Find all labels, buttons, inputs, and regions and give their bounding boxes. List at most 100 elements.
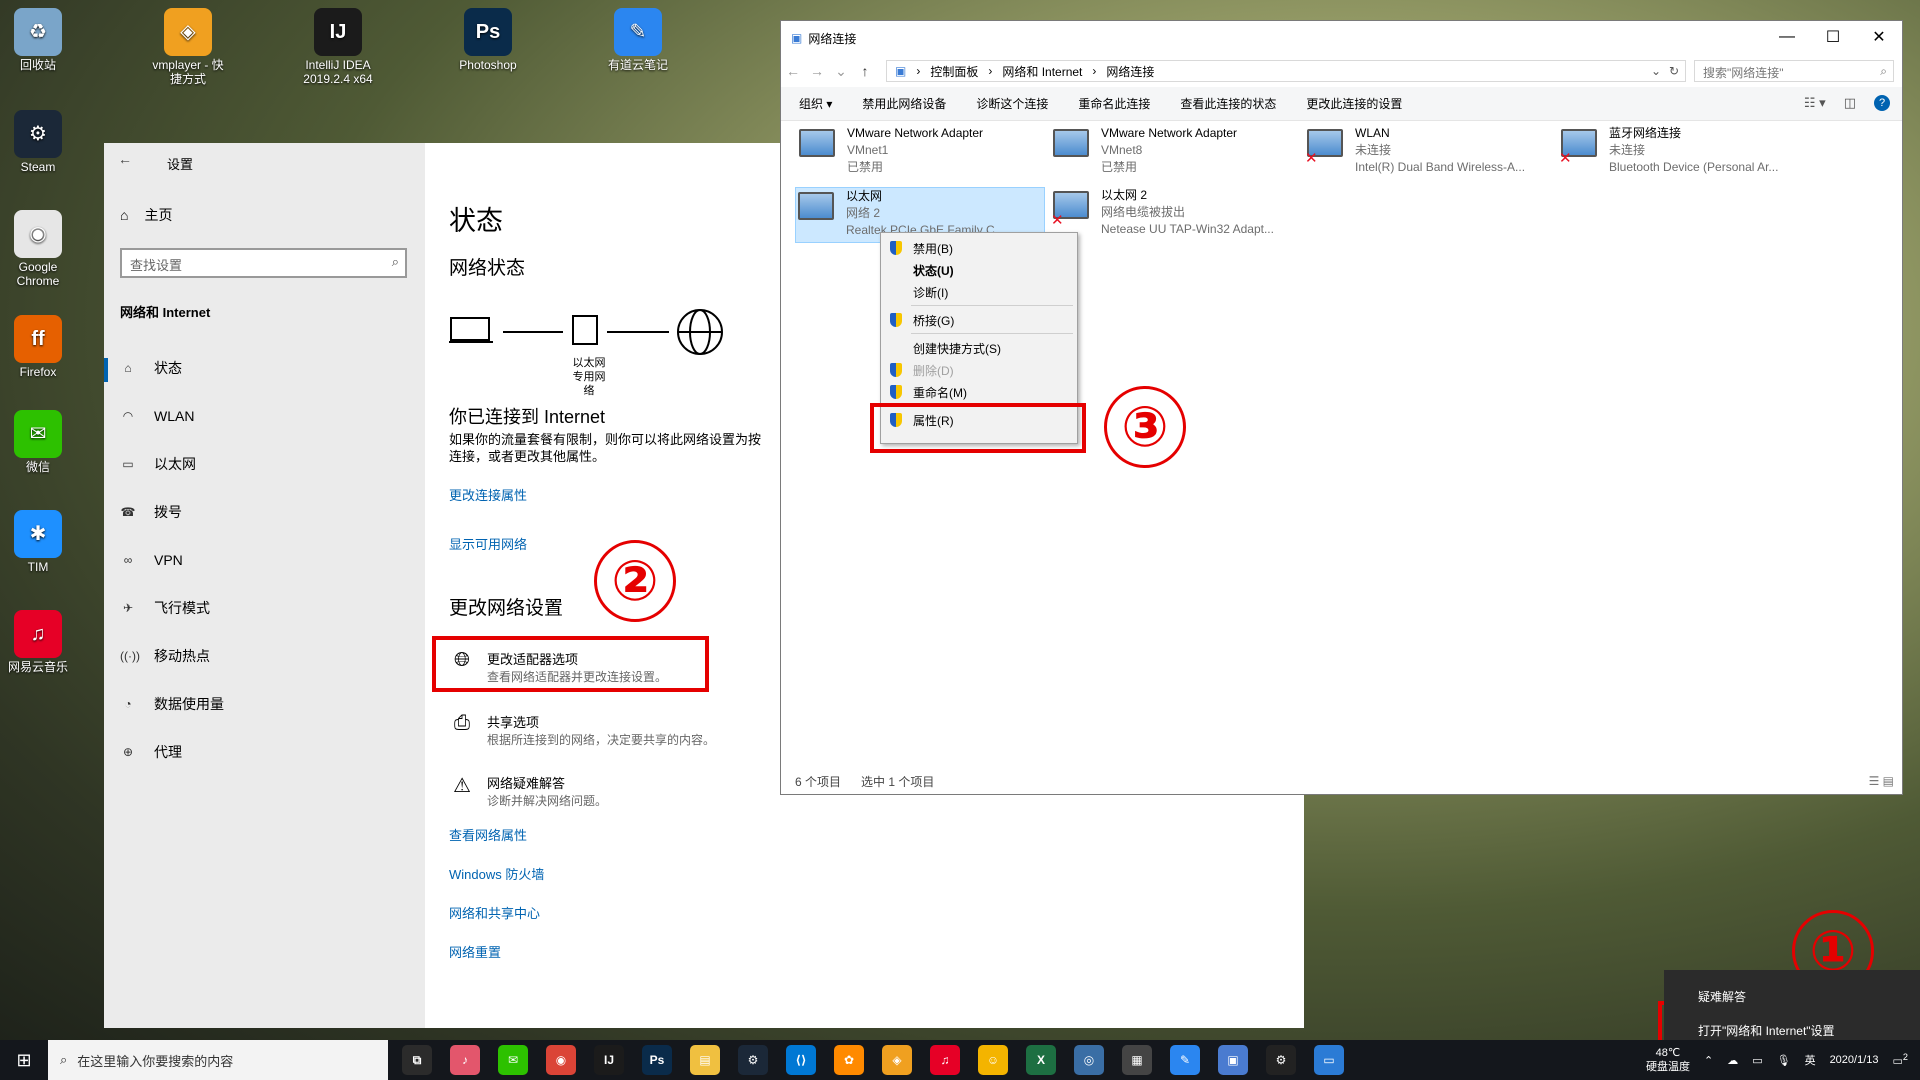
taskbar-search-input[interactable]: ⌕ 在这里输入你要搜索的内容 bbox=[48, 1040, 388, 1080]
close-button[interactable]: ✕ bbox=[1856, 21, 1902, 53]
firewall-link[interactable]: Windows 防火墙 bbox=[449, 864, 544, 883]
sidebar-item-3[interactable]: ☎ 拨号 bbox=[120, 497, 410, 527]
notification-icon[interactable]: ▭2 bbox=[1893, 1052, 1909, 1068]
photoshop-icon[interactable]: Ps bbox=[642, 1045, 672, 1075]
netease-music-icon[interactable]: ♫ bbox=[930, 1045, 960, 1075]
wechat-icon[interactable]: ✉ bbox=[498, 1045, 528, 1075]
troubleshoot-menu-item[interactable]: 疑难解答 bbox=[1698, 988, 1746, 1005]
preview-pane-icon[interactable]: ◫ bbox=[1844, 95, 1856, 111]
adapter-item[interactable]: ✕ 蓝牙网络连接 未连接 Bluetooth Device (Personal Ar.… bbox=[1559, 125, 1809, 181]
context-menu-item-1[interactable]: 状态(U) bbox=[881, 259, 1077, 281]
context-menu-item-6[interactable]: 重命名(M) bbox=[881, 381, 1077, 403]
view-toggle-icon[interactable]: ☰ ▤ bbox=[1869, 774, 1894, 788]
adapter-item[interactable]: ✕ 以太网 2 网络电缆被拔出 Netease UU TAP-Win32 Adapt.… bbox=[1051, 187, 1301, 243]
desktop-icon[interactable]: ◉ Google Chrome bbox=[0, 210, 76, 288]
sidebar-item-5[interactable]: ✈ 飞行模式 bbox=[120, 593, 410, 623]
breadcrumb-1[interactable]: 网络和 Internet bbox=[1002, 63, 1082, 80]
breadcrumb-2[interactable]: 网络连接 bbox=[1106, 63, 1154, 80]
network-tray-icon[interactable]: ▭ bbox=[1752, 1054, 1762, 1067]
desktop-icon[interactable]: ff Firefox bbox=[0, 315, 76, 379]
sidebar-item-label: WLAN bbox=[154, 408, 195, 424]
show-networks-link[interactable]: 显示可用网络 bbox=[449, 534, 527, 553]
desktop-icon[interactable]: ✉ 微信 bbox=[0, 410, 76, 474]
settings-gear-icon[interactable]: ⚙ bbox=[1266, 1045, 1296, 1075]
up-arrow-icon[interactable]: ↑ bbox=[853, 63, 877, 79]
desktop-icon[interactable]: ♫ 网易云音乐 bbox=[0, 610, 76, 674]
sidebar-item-4[interactable]: ∞ VPN bbox=[120, 545, 410, 575]
task-view-icon[interactable]: ⧉ bbox=[402, 1045, 432, 1075]
view-network-props-link[interactable]: 查看网络属性 bbox=[449, 825, 527, 844]
steam-icon[interactable]: ⚙ bbox=[738, 1045, 768, 1075]
cloud-icon[interactable]: ☁ bbox=[1727, 1054, 1738, 1067]
context-menu-item-0[interactable]: 禁用(B) bbox=[881, 237, 1077, 259]
command-0[interactable]: 组织 ▾ bbox=[799, 95, 832, 112]
sidebar-item-1[interactable]: ◠ WLAN bbox=[120, 401, 410, 431]
notes-icon[interactable]: ✎ bbox=[1170, 1045, 1200, 1075]
command-3[interactable]: 重命名此连接 bbox=[1078, 95, 1150, 112]
sidebar-item-6[interactable]: ((·)) 移动热点 bbox=[120, 641, 410, 671]
settings-search-input[interactable]: 查找设置 ⌕ bbox=[120, 248, 407, 278]
app-audio-icon[interactable]: ♪ bbox=[450, 1045, 480, 1075]
address-bar[interactable]: ▣ › 控制面板 › 网络和 Internet › 网络连接 ⌄ ↻ bbox=[886, 60, 1686, 82]
date-text[interactable]: 2020/1/13 bbox=[1830, 1054, 1879, 1066]
sidebar-item-0[interactable]: ⌂ 状态 bbox=[120, 353, 410, 383]
sharing-options-item[interactable]: ⎙ 共享选项 根据所连接到的网络，决定要共享的内容。 bbox=[449, 712, 715, 748]
desktop-icon[interactable]: ⚙ Steam bbox=[0, 110, 76, 174]
calculator-icon[interactable]: ▦ bbox=[1122, 1045, 1152, 1075]
desktop-icon[interactable]: IJ IntelliJ IDEA 2019.2.4 x64 bbox=[300, 8, 376, 86]
microphone-icon[interactable]: 🎙︎ bbox=[1777, 1054, 1791, 1067]
desktop-icon[interactable]: ✎ 有道云笔记 bbox=[600, 8, 676, 72]
search-input[interactable]: 搜索"网络连接" ⌕ bbox=[1694, 60, 1894, 82]
network-reset-link[interactable]: 网络重置 bbox=[449, 942, 501, 961]
breadcrumb-0[interactable]: 控制面板 bbox=[930, 63, 978, 80]
minimize-button[interactable]: — bbox=[1764, 21, 1810, 53]
change-connection-props-link[interactable]: 更改连接属性 bbox=[449, 485, 527, 504]
command-1[interactable]: 禁用此网络设备 bbox=[862, 95, 946, 112]
maximize-button[interactable]: ☐ bbox=[1810, 21, 1856, 53]
emoji-app-icon[interactable]: ☺ bbox=[978, 1045, 1008, 1075]
context-menu-item-5[interactable]: 删除(D) bbox=[881, 359, 1077, 381]
desktop-icon[interactable]: ◈ vmplayer - 快捷方式 bbox=[150, 8, 226, 86]
sidebar-item-8[interactable]: ⊕ 代理 bbox=[120, 737, 410, 767]
vscode-icon[interactable]: ⟨⟩ bbox=[786, 1045, 816, 1075]
network-connections-task-icon[interactable]: ▭ bbox=[1314, 1045, 1344, 1075]
back-arrow-icon[interactable]: ← bbox=[118, 151, 132, 167]
pinwheel-app-icon[interactable]: ✿ bbox=[834, 1045, 864, 1075]
open-network-settings-item[interactable]: 打开"网络和 Internet"设置 bbox=[1698, 1022, 1835, 1039]
sharing-center-link[interactable]: 网络和共享中心 bbox=[449, 903, 540, 922]
view-options-icon[interactable]: ☷ ▾ bbox=[1804, 95, 1826, 111]
control-panel-icon[interactable]: ▣ bbox=[1218, 1045, 1248, 1075]
context-menu-item-3[interactable]: 桥接(G) bbox=[881, 309, 1077, 331]
command-5[interactable]: 更改此连接的设置 bbox=[1306, 95, 1402, 112]
forward-arrow-icon[interactable]: → bbox=[805, 63, 829, 79]
network-app-icon[interactable]: ◎ bbox=[1074, 1045, 1104, 1075]
desktop-icon[interactable]: ✱ TIM bbox=[0, 510, 76, 574]
context-menu-item-4[interactable]: 创建快捷方式(S) bbox=[881, 337, 1077, 359]
vmware-icon[interactable]: ◈ bbox=[882, 1045, 912, 1075]
chrome-icon[interactable]: ◉ bbox=[546, 1045, 576, 1075]
refresh-icon[interactable]: ↻ bbox=[1669, 64, 1679, 78]
home-nav-item[interactable]: ⌂ 主页 bbox=[120, 205, 172, 225]
file-explorer-icon[interactable]: ▤ bbox=[690, 1045, 720, 1075]
help-icon[interactable]: ? bbox=[1874, 95, 1890, 111]
command-2[interactable]: 诊断这个连接 bbox=[976, 95, 1048, 112]
command-4[interactable]: 查看此连接的状态 bbox=[1180, 95, 1276, 112]
context-menu-item-2[interactable]: 诊断(I) bbox=[881, 281, 1077, 303]
recent-chevron-icon[interactable]: ⌄ bbox=[829, 63, 853, 80]
adapter-item[interactable]: ✕ WLAN 未连接 Intel(R) Dual Band Wireless-A... bbox=[1305, 125, 1555, 181]
adapter-item[interactable]: VMware Network Adapter VMnet1 已禁用 bbox=[797, 125, 1047, 181]
sidebar-item-2[interactable]: ▭ 以太网 bbox=[120, 449, 410, 479]
excel-icon[interactable]: X bbox=[1026, 1045, 1056, 1075]
intellij-icon[interactable]: IJ bbox=[594, 1045, 624, 1075]
troubleshoot-item[interactable]: ⚠ 网络疑难解答 诊断并解决网络问题。 bbox=[449, 773, 607, 809]
adapter-item[interactable]: VMware Network Adapter VMnet8 已禁用 bbox=[1051, 125, 1301, 181]
ime-indicator[interactable]: 英 bbox=[1805, 1052, 1816, 1068]
windows-start-icon[interactable]: ⊞ bbox=[0, 1040, 48, 1080]
back-arrow-icon[interactable]: ← bbox=[781, 63, 805, 79]
desktop-app-icon: ✎ bbox=[614, 8, 662, 56]
desktop-icon[interactable]: Ps Photoshop bbox=[450, 8, 526, 72]
sidebar-item-7[interactable]: ◔ 数据使用量 bbox=[120, 689, 410, 719]
chevron-up-icon[interactable]: ⌃ bbox=[1704, 1054, 1713, 1067]
chevron-down-icon[interactable]: ⌄ bbox=[1651, 64, 1661, 78]
desktop-icon[interactable]: ♻ 回收站 bbox=[0, 8, 76, 72]
